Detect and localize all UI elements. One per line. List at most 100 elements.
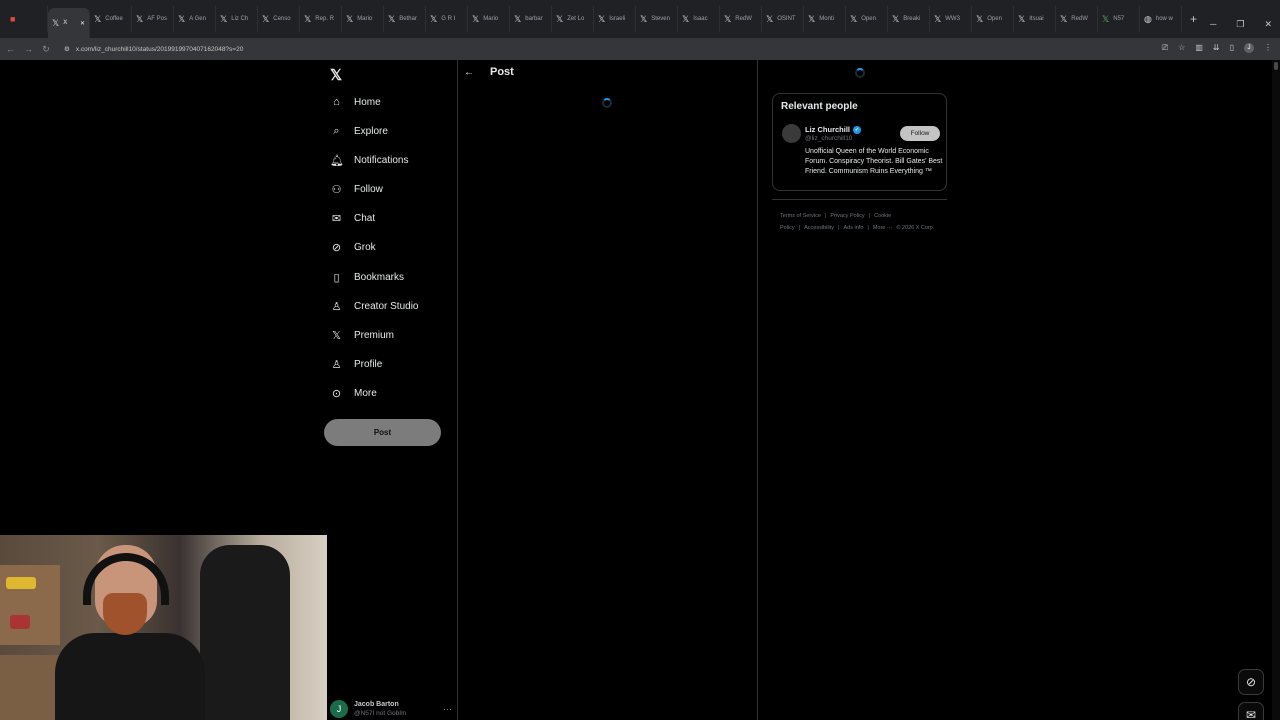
- browser-tab[interactable]: 𝕏 Censo: [258, 6, 300, 32]
- arrow-left-icon[interactable]: ←: [464, 67, 474, 78]
- browser-tab[interactable]: 𝕏 Rep. R: [300, 6, 342, 32]
- person-name[interactable]: Liz Churchill ✓: [805, 125, 861, 134]
- more-dots-icon[interactable]: ···: [443, 704, 452, 714]
- relevant-people-card: Relevant people Liz Churchill ✓ @liz_chu…: [772, 93, 947, 191]
- x-logo-icon: 𝕏: [1060, 13, 1068, 24]
- footer-link[interactable]: © 2026 X Corp.: [896, 225, 934, 231]
- browser-tab-label: WW3: [945, 16, 960, 22]
- webcam-headset: [83, 553, 169, 605]
- browser-tab[interactable]: 𝕏A Gen: [174, 6, 216, 32]
- person-handle[interactable]: @liz_churchill10: [805, 135, 852, 142]
- browser-tab[interactable]: 𝕏 Bethar: [384, 6, 426, 32]
- nav-item-more[interactable]: ⊙ More: [330, 387, 377, 400]
- reload-icon[interactable]: ↻: [42, 44, 50, 55]
- webcam-toy: [6, 577, 36, 589]
- profile-icon: ♙: [331, 359, 342, 371]
- scrollbar[interactable]: [1272, 60, 1280, 720]
- nav-item-explore[interactable]: ⌕ Explore: [330, 125, 388, 138]
- footer-link[interactable]: More ···: [873, 225, 893, 231]
- browser-menu-icon[interactable]: ⋮: [1264, 43, 1272, 53]
- browser-tab-label: Rep. R: [315, 16, 334, 22]
- browser-tab[interactable]: 𝕏 Steven: [636, 6, 678, 32]
- x-logo-icon[interactable]: 𝕏: [330, 66, 342, 84]
- scrollbar-thumb[interactable]: [1274, 62, 1278, 70]
- x-logo-icon: 𝕏: [178, 13, 186, 24]
- footer-link[interactable]: Accessibility: [804, 225, 834, 231]
- mail-icon[interactable]: ✉: [1238, 702, 1264, 720]
- loading-spinner: [602, 98, 612, 108]
- restore-icon[interactable]: ❐: [1236, 19, 1244, 30]
- follow-icon: ⚇: [331, 184, 342, 196]
- x-logo-icon: 𝕏: [640, 13, 648, 24]
- browser-tab[interactable]: 𝕏 Open: [846, 6, 888, 32]
- browser-tab[interactable]: 𝕏 AF Pos: [132, 6, 174, 32]
- browser-tab[interactable]: 𝕏 Mario: [342, 6, 384, 32]
- grok-icon[interactable]: ⊘: [1238, 669, 1264, 695]
- bookmark-star-icon[interactable]: ☆: [1178, 43, 1185, 53]
- bookmark-icon: ▯: [333, 272, 340, 284]
- browser-tab[interactable]: 𝕏 Itsuai: [1014, 6, 1056, 32]
- browser-tab-label: AF Pos: [147, 16, 167, 22]
- window-controls: ─ ❐ ✕: [1210, 19, 1272, 30]
- nav-item-bookmarks[interactable]: ▯ Bookmarks: [330, 271, 404, 284]
- browser-tab[interactable]: 𝕏 Coffee: [90, 6, 132, 32]
- account-switcher[interactable]: J Jacob Barton @N57I not GobIln ···: [330, 700, 452, 718]
- browser-tab[interactable]: ■: [6, 6, 48, 32]
- browser-tab[interactable]: 𝕏 Israeli: [594, 6, 636, 32]
- browser-tab[interactable]: 𝕏 OSINT: [762, 6, 804, 32]
- nav-item-profile[interactable]: ♙ Profile: [330, 358, 383, 371]
- browser-tab[interactable]: 𝕏 X ✕: [48, 8, 90, 38]
- minimize-icon[interactable]: ─: [1210, 19, 1216, 30]
- browser-tab[interactable]: 𝕏 Liz Ch: [216, 6, 258, 32]
- nav-item-notifications[interactable]: 🔔︎ Notifications: [330, 154, 408, 167]
- browser-tab[interactable]: 𝕏 Breaki: [888, 6, 930, 32]
- browser-tab[interactable]: ◍ how w: [1140, 6, 1182, 32]
- install-app-icon[interactable]: ⎚: [1162, 43, 1168, 53]
- footer-link[interactable]: Ads info: [844, 225, 864, 231]
- browser-profile-avatar[interactable]: J: [1244, 43, 1254, 53]
- x-logo-icon: 𝕏: [850, 13, 858, 24]
- browser-tab[interactable]: 𝕏 Mario: [468, 6, 510, 32]
- x-logo-icon: 𝕏: [808, 13, 816, 24]
- browser-tab[interactable]: 𝕏 Open: [972, 6, 1014, 32]
- account-handle: @N57I not GobIln: [354, 710, 407, 717]
- tab-close-icon[interactable]: ✕: [80, 20, 85, 27]
- footer-link[interactable]: Privacy Policy: [830, 213, 864, 219]
- back-icon[interactable]: ←: [6, 44, 15, 54]
- nav-item-grok[interactable]: ⊘ Grok: [330, 241, 376, 254]
- browser-tab[interactable]: 𝕏 RedW: [720, 6, 762, 32]
- close-window-icon[interactable]: ✕: [1264, 19, 1272, 30]
- side-panel-icon[interactable]: ▥: [1195, 43, 1203, 53]
- globe-icon: ◍: [1144, 13, 1152, 24]
- address-bar-actions: ⎚ ☆ ▥ ⇊ ▯ J ⋮: [1162, 43, 1272, 53]
- page-title: Post: [490, 66, 514, 78]
- post-button[interactable]: Post: [324, 419, 441, 446]
- browser-tab[interactable]: 𝕏G R I: [426, 6, 468, 32]
- follow-button[interactable]: Follow: [900, 126, 940, 141]
- forward-icon[interactable]: →: [24, 44, 33, 54]
- split-icon[interactable]: ▯: [1230, 43, 1234, 53]
- footer-separator: |: [867, 225, 869, 231]
- browser-tab[interactable]: 𝕏 Monti: [804, 6, 846, 32]
- browser-tab[interactable]: 𝕏barbar: [510, 6, 552, 32]
- browser-address-bar: ← → ↻ ⚙ x.com/liz_churchill10/status/201…: [0, 38, 1280, 60]
- nav-item-premium[interactable]: 𝕏 Premium: [330, 329, 394, 342]
- browser-tab[interactable]: 𝕏 WW3: [930, 6, 972, 32]
- nav-item-chat[interactable]: ✉ Chat: [330, 212, 375, 225]
- footer-link[interactable]: Terms of Service: [780, 213, 821, 219]
- new-tab-button[interactable]: +: [1182, 12, 1205, 26]
- avatar[interactable]: [782, 124, 801, 143]
- browser-tab[interactable]: 𝕏 N57: [1098, 6, 1140, 32]
- browser-tab-label: Bethar: [399, 16, 417, 22]
- browser-tab[interactable]: 𝕏 RedW: [1056, 6, 1098, 32]
- downloads-icon[interactable]: ⇊: [1213, 43, 1220, 53]
- nav-item-label: Notifications: [354, 155, 409, 166]
- nav-item-home[interactable]: ⌂ Home: [330, 96, 381, 108]
- nav-item-creator-studio[interactable]: ♙ Creator Studio: [330, 300, 419, 313]
- nav-item-follow[interactable]: ⚇ Follow: [330, 183, 383, 196]
- browser-tab[interactable]: 𝕏 Isaac: [678, 6, 720, 32]
- more-icon: ⊙: [331, 388, 342, 400]
- site-info-icon[interactable]: ⚙: [64, 45, 70, 53]
- url-field[interactable]: ⚙ x.com/liz_churchill10/status/201991997…: [64, 45, 243, 54]
- browser-tab[interactable]: 𝕏 Zet Lo: [552, 6, 594, 32]
